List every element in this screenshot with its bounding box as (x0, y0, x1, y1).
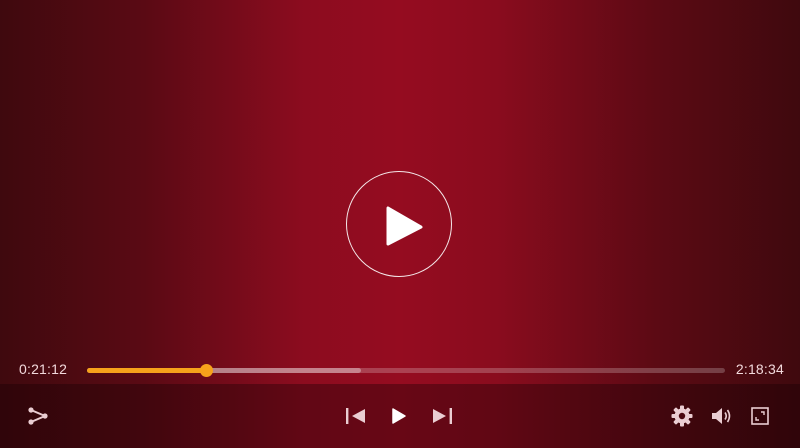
volume-button[interactable] (706, 384, 738, 448)
share-button[interactable] (22, 384, 54, 448)
total-duration: 2:18:34 (735, 361, 784, 377)
center-play-button[interactable] (346, 171, 452, 277)
share-icon (28, 407, 48, 425)
previous-button[interactable] (340, 384, 372, 448)
settings-gear-icon (671, 405, 693, 427)
skip-previous-icon (346, 408, 365, 424)
play-icon (386, 206, 423, 246)
play-button[interactable] (384, 384, 412, 448)
video-player: 0:21:12 2:18:34 (0, 0, 800, 448)
fullscreen-icon (751, 407, 769, 425)
current-time: 0:21:12 (19, 361, 68, 377)
seek-handle[interactable] (199, 364, 213, 377)
settings-button[interactable] (668, 384, 696, 448)
control-bar (0, 384, 800, 448)
play-icon (392, 408, 406, 424)
volume-icon (712, 408, 731, 424)
skip-next-icon (433, 408, 452, 424)
seek-bar[interactable] (87, 364, 725, 377)
fullscreen-button[interactable] (746, 384, 774, 448)
next-button[interactable] (426, 384, 458, 448)
played-bar (87, 368, 206, 373)
